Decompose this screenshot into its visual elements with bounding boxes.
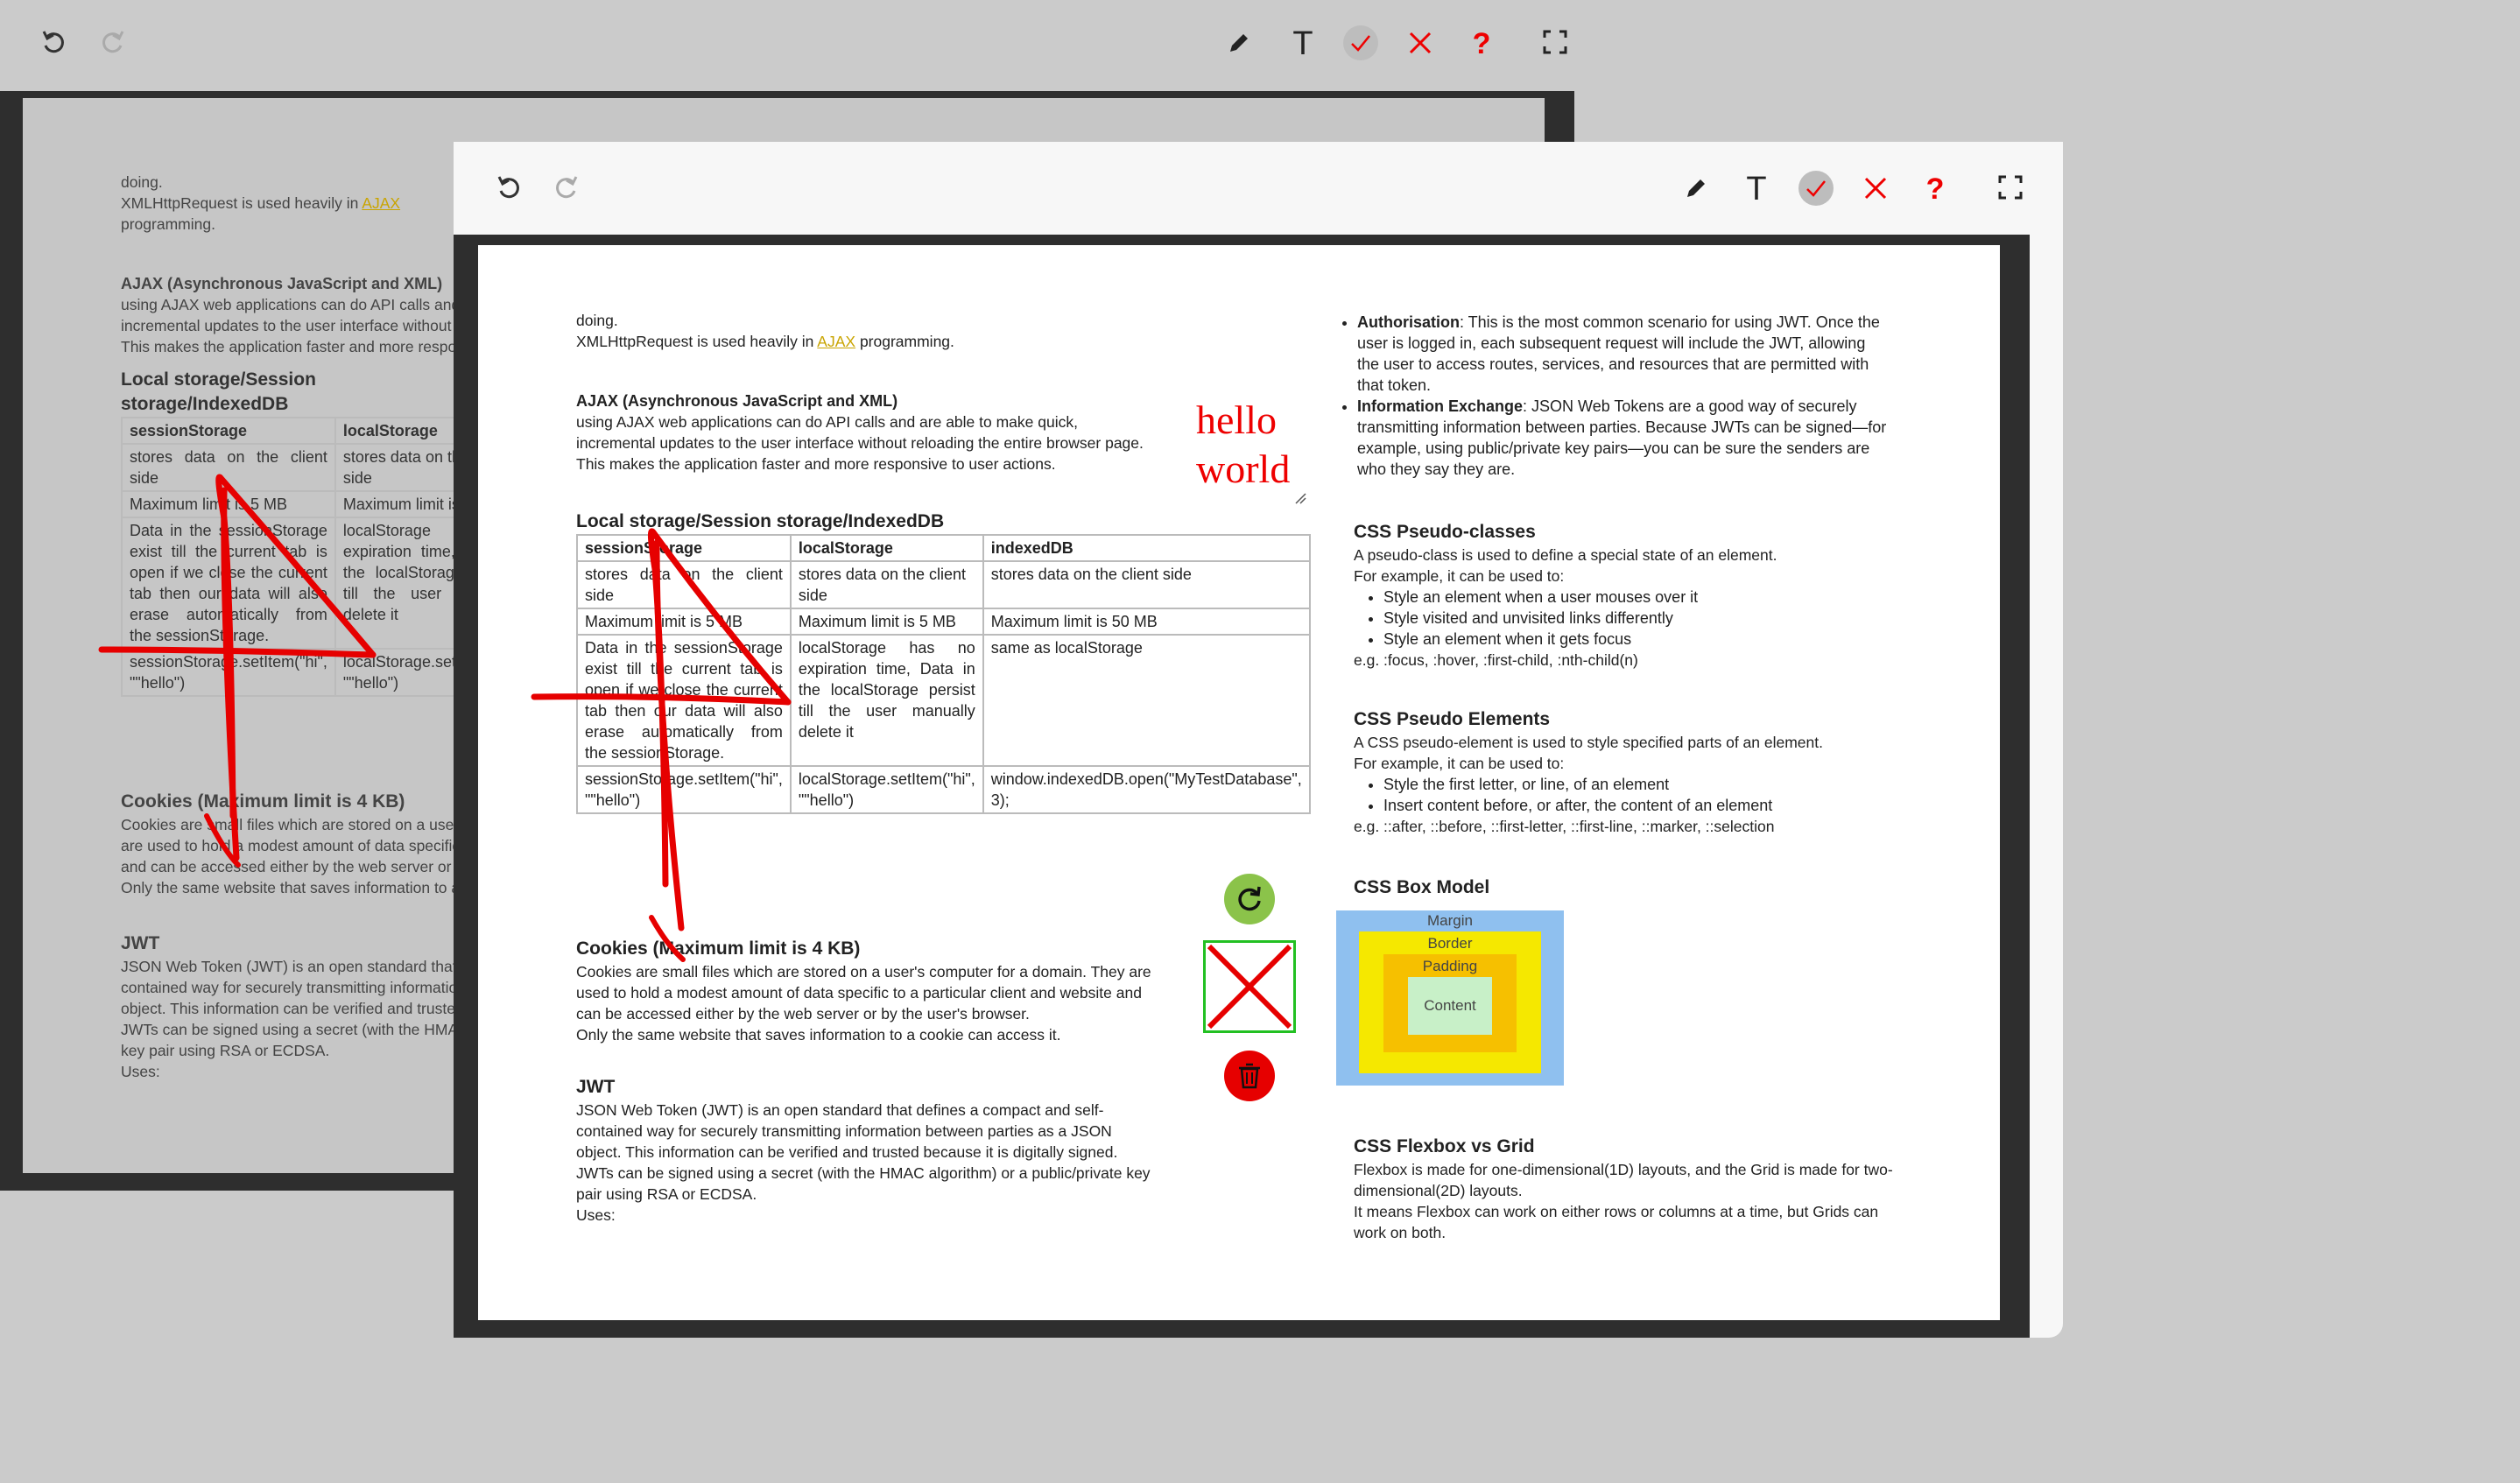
list-item: Style an element when a user mouses over… bbox=[1383, 587, 1914, 608]
ajax-heading: AJAX (Asynchronous JavaScript and XML) bbox=[576, 392, 898, 410]
border-layer: Border Padding Content bbox=[1359, 931, 1541, 1073]
text-tool-icon[interactable]: T bbox=[1741, 172, 1772, 207]
help-icon[interactable]: ? bbox=[1466, 26, 1497, 61]
close-icon[interactable] bbox=[1860, 172, 1891, 204]
box-model-diagram: Margin Border Padding Content bbox=[1336, 910, 1564, 1086]
close-icon[interactable] bbox=[1404, 27, 1436, 59]
flexbox-grid-heading: CSS Flexbox vs Grid bbox=[1354, 1136, 1535, 1156]
border-label: Border bbox=[1427, 935, 1473, 952]
redo-icon[interactable] bbox=[96, 26, 128, 58]
jwt-heading: JWT bbox=[576, 1077, 616, 1097]
list-item: Insert content before, or after, the con… bbox=[1383, 795, 1914, 816]
freehand-drawing bbox=[531, 528, 792, 962]
ajax-body: using AJAX web applications can do API c… bbox=[576, 413, 1144, 473]
fullscreen-icon[interactable] bbox=[1539, 26, 1571, 58]
pseudo-classes-heading: CSS Pseudo-classes bbox=[1354, 522, 1536, 542]
pseudo-classes-list: Style an element when a user mouses over… bbox=[1354, 587, 1914, 650]
margin-label: Margin bbox=[1427, 912, 1473, 929]
resize-handle[interactable] bbox=[1294, 492, 1306, 504]
annotation-line: hello bbox=[1196, 397, 1277, 442]
pencil-icon[interactable] bbox=[1224, 28, 1254, 58]
cookies-body: Cookies are small files which are stored… bbox=[576, 963, 1151, 1023]
box-model-heading: CSS Box Model bbox=[1354, 877, 1490, 897]
list-item: Style visited and unvisited links differ… bbox=[1383, 608, 1914, 629]
jwt-uses: Uses: bbox=[576, 1206, 616, 1224]
annotation-line: world bbox=[1196, 446, 1291, 491]
jwt-signing: JWTs can be signed using a secret (with … bbox=[576, 1164, 1151, 1203]
jwt-body: JSON Web Token (JWT) is an open standard… bbox=[576, 1101, 1118, 1161]
selected-cross-annotation[interactable] bbox=[1203, 940, 1296, 1033]
pencil-icon[interactable] bbox=[1681, 173, 1711, 203]
cookies-note: Only the same website that saves informa… bbox=[576, 1026, 1061, 1044]
text-tool-icon[interactable]: T bbox=[1287, 26, 1319, 61]
trash-icon[interactable] bbox=[1224, 1051, 1275, 1101]
undo-icon[interactable] bbox=[492, 170, 527, 205]
rotate-icon[interactable] bbox=[1224, 874, 1275, 924]
intro-text: doing. XMLHttpRequest is used heavily in … bbox=[121, 173, 401, 233]
pseudo-elements-list: Style the first letter, or line, of an e… bbox=[1354, 774, 1914, 816]
ajax-heading: AJAX (Asynchronous JavaScript and XML) bbox=[121, 275, 443, 292]
fullscreen-icon[interactable] bbox=[1995, 172, 2026, 203]
redo-icon[interactable] bbox=[548, 170, 583, 205]
jwt-uses-list: Authorisation: This is the most common s… bbox=[1327, 312, 1888, 480]
undo-icon[interactable] bbox=[39, 26, 70, 58]
ajax-link[interactable]: AJAX bbox=[817, 333, 855, 350]
content-label: Content bbox=[1424, 997, 1476, 1014]
content-layer: Content bbox=[1408, 977, 1492, 1035]
ajax-body: using AJAX web applications can do API c… bbox=[121, 296, 489, 355]
text-annotation[interactable]: hello world bbox=[1196, 396, 1290, 494]
list-item: Style the first letter, or line, of an e… bbox=[1383, 774, 1914, 795]
list-item: Style an element when it gets focus bbox=[1383, 629, 1914, 650]
pseudo-elements-heading: CSS Pseudo Elements bbox=[1354, 709, 1551, 729]
padding-label: Padding bbox=[1422, 958, 1478, 974]
list-item: Authorisation: This is the most common s… bbox=[1357, 312, 1888, 396]
intro-text: doing. XMLHttpRequest is used heavily in … bbox=[576, 312, 954, 350]
list-item: Information Exchange: JSON Web Tokens ar… bbox=[1357, 396, 1888, 480]
ajax-link[interactable]: AJAX bbox=[362, 194, 400, 212]
check-icon[interactable] bbox=[1343, 25, 1378, 60]
check-icon[interactable] bbox=[1798, 171, 1834, 206]
help-icon[interactable]: ? bbox=[1919, 172, 1951, 207]
padding-layer: Padding Content bbox=[1383, 954, 1517, 1052]
